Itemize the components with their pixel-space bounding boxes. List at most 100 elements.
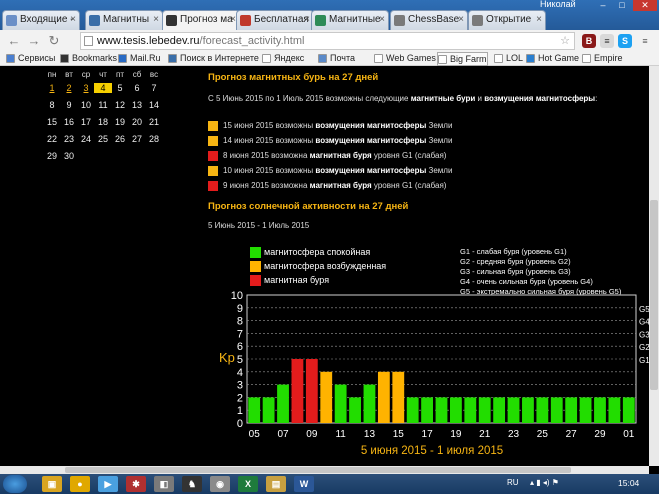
explorer-icon[interactable]: ▣ [42, 476, 62, 492]
tab-3[interactable]: Прогноз ма × [162, 10, 240, 30]
y-tick-label: 10 [231, 290, 243, 302]
close-tab-icon[interactable]: × [536, 11, 542, 29]
bookmark-icon [60, 54, 69, 63]
chrome-icon[interactable]: ● [70, 476, 90, 492]
y-tick-label: 3 [237, 380, 243, 392]
kp-bar [622, 397, 635, 423]
bookmark-label: Почта [330, 53, 355, 63]
bookmark-label: LOL [506, 53, 524, 63]
x-tick-label: 09 [306, 429, 318, 440]
bookmark-item[interactable]: Mail.Ru [118, 52, 161, 66]
x-tick-label: 27 [566, 429, 578, 440]
x-tick-label: 23 [508, 429, 520, 440]
kp-bar [377, 371, 390, 423]
bookmark-item[interactable]: Empire [582, 52, 623, 66]
close-tab-icon[interactable]: × [379, 11, 385, 29]
scroll-thumb[interactable] [650, 200, 658, 390]
tab-icon [472, 15, 483, 26]
kp-bar [522, 397, 534, 423]
x-tick-label: 21 [479, 429, 491, 440]
close-tab-icon[interactable]: × [70, 11, 76, 29]
y-tick-label: 8 [237, 316, 243, 328]
page-content: пн вт ср чт пт сб вс 1 2 3 4 5 6 7 8 9 10 11 12 13 14 15 16 17… [0, 66, 649, 466]
close-tab-icon[interactable]: × [458, 11, 464, 29]
kp-bar [305, 359, 318, 423]
tab-4[interactable]: Бесплатная × [236, 10, 314, 30]
kp-bar [349, 397, 361, 423]
excel-icon[interactable]: X [238, 476, 258, 492]
kp-bar [406, 397, 419, 423]
close-tab-icon[interactable]: × [153, 11, 159, 29]
tab-label: ChessBase [408, 14, 460, 25]
clock[interactable]: 15:04 [618, 478, 639, 488]
x-tick-label: 17 [422, 429, 434, 440]
tab-7[interactable]: Открытие × [468, 10, 546, 30]
tab-icon [315, 15, 326, 26]
language-indicator[interactable]: RU [507, 478, 519, 487]
tray-icons[interactable]: ▴ ▮ ◂) ⚑ [530, 478, 559, 487]
media-icon[interactable]: ▶ [98, 476, 118, 492]
navigation-toolbar: ← → ↻ www.tesis.lebedev.ru/forecast_acti… [0, 30, 659, 52]
x-tick-label: 01 [623, 429, 635, 440]
bookmark-icon [318, 54, 327, 63]
kp-bar [277, 384, 289, 423]
y-tick-label: 1 [237, 405, 243, 417]
reload-button[interactable]: ↻ [46, 33, 62, 49]
bookmark-item[interactable]: Яндекс [262, 52, 304, 66]
bookmark-item[interactable]: Сервисы [6, 52, 55, 66]
kp-bar [594, 397, 606, 423]
menu-icon[interactable]: ≡ [638, 34, 652, 48]
horizontal-scrollbar[interactable] [0, 466, 649, 474]
g-tick-label: G2 [639, 343, 649, 352]
x-axis-label: 5 июня 2015 - 1 июля 2015 [361, 445, 503, 457]
user-name: Николай [540, 0, 576, 9]
photo-icon[interactable]: ◧ [154, 476, 174, 492]
kp-chart: 012345678910G1G2G3G4G505 07 09 11 13 15 17 19 21… [219, 290, 649, 457]
kp-bar [262, 397, 275, 423]
skype-icon[interactable]: S [618, 34, 632, 48]
bookmark-item[interactable]: Почта [318, 52, 355, 66]
tab-2[interactable]: Магнитны × [85, 10, 163, 30]
bookmark-item[interactable]: Web Games [374, 52, 436, 66]
forward-button[interactable]: → [26, 33, 42, 49]
app-icon[interactable]: ✱ [126, 476, 146, 492]
tab-label: Входящие - [20, 14, 74, 25]
bookmark-item[interactable]: Hot Game [526, 52, 579, 66]
bookmark-label: Bookmarks [72, 53, 118, 63]
bookmark-label: Сервисы [18, 53, 56, 63]
kp-bar [248, 397, 261, 423]
bookmark-label: Web Games [386, 53, 436, 63]
folder-icon[interactable]: ▤ [266, 476, 286, 492]
y-tick-label: 7 [237, 328, 243, 340]
vertical-scrollbar[interactable] [649, 66, 659, 466]
tab-6[interactable]: ChessBase × [390, 10, 468, 30]
address-bar[interactable]: www.tesis.lebedev.ru/forecast_activity.h… [80, 32, 575, 50]
user-profile[interactable]: Николай – □ ✕ [528, 0, 659, 11]
bookmark-item[interactable]: Big Farm [437, 52, 488, 66]
extension-icon[interactable]: B [582, 34, 596, 48]
minimize-button[interactable]: – [595, 0, 611, 11]
y-axis-label: Kp [219, 350, 235, 365]
kp-bar [565, 397, 578, 423]
tab-1[interactable]: Входящие - × [2, 10, 80, 30]
chess-icon[interactable]: ♞ [182, 476, 202, 492]
close-window-button[interactable]: ✕ [633, 0, 657, 11]
maximize-button[interactable]: □ [614, 0, 630, 11]
close-tab-icon[interactable]: × [304, 11, 310, 29]
word-icon[interactable]: W [294, 476, 314, 492]
bookmark-item[interactable]: Bookmarks [60, 52, 117, 66]
back-button[interactable]: ← [6, 33, 22, 49]
bookmark-icon [526, 54, 535, 63]
bookmark-item[interactable]: LOL [494, 52, 523, 66]
bookmark-star-icon[interactable]: ☆ [560, 33, 570, 49]
y-tick-label: 6 [237, 341, 243, 353]
bookmark-item[interactable]: Поиск в Интернете [168, 52, 259, 66]
tab-5[interactable]: Магнитные × [311, 10, 389, 30]
scroll-thumb[interactable] [65, 467, 571, 473]
chess-icon [394, 15, 405, 26]
bookmark-label: Empire [594, 53, 623, 63]
start-button[interactable] [3, 475, 27, 493]
extension-icon[interactable]: ≡ [600, 34, 614, 48]
game-icon[interactable]: ◉ [210, 476, 230, 492]
tab-label: Прогноз ма [180, 14, 233, 25]
